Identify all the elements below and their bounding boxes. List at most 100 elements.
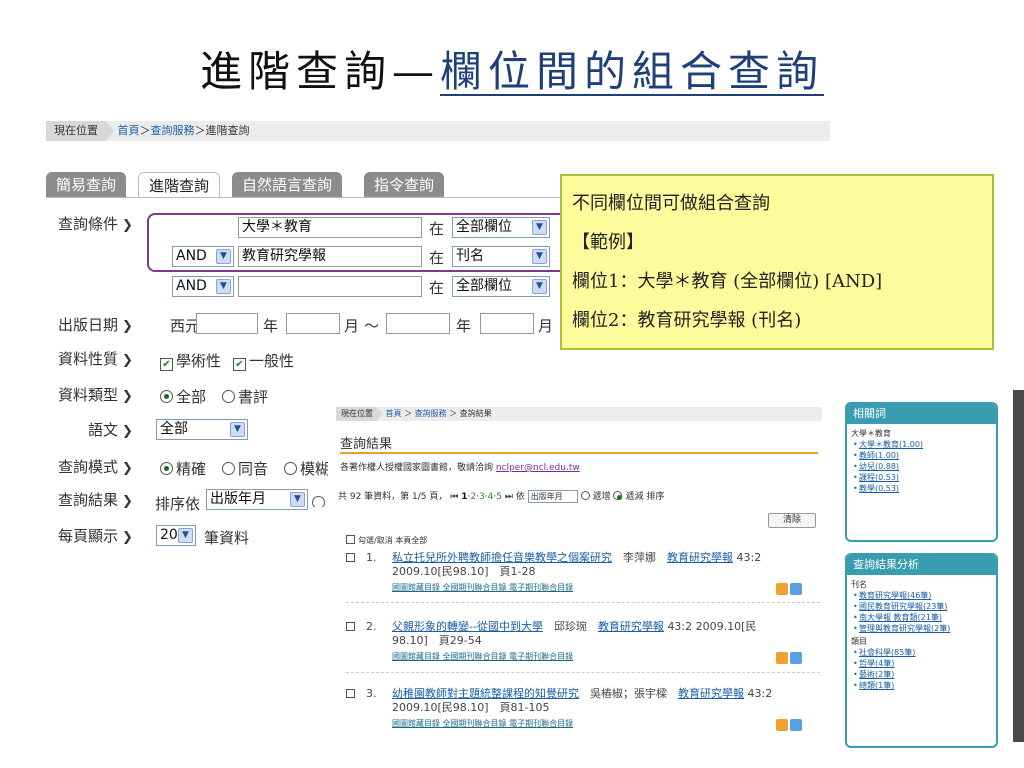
side-scrollbar[interactable] [1013,390,1024,742]
related-term-link[interactable]: 幼兒(0.88) [851,461,992,472]
chevron-down-icon: ▼ [216,279,231,294]
results-sort-select[interactable]: 出版年月 [527,490,578,503]
analysis-link[interactable]: 國民教育研究學報(23筆) [851,601,992,612]
sort-select[interactable]: 出版年月 ▼ [206,489,308,510]
catalog-links[interactable]: 國圖館藏目錄 全國期刊聯合目錄 電子期刊聯合目錄 [392,717,826,731]
asc-radio[interactable] [580,491,590,500]
perpage-label: 每頁顯示 ❯ [58,527,133,545]
analysis-link[interactable]: 南大學報 教育類(21筆) [851,612,992,623]
magnifier-icon[interactable] [790,719,802,731]
language-select[interactable]: 全部 ▼ [156,419,248,440]
tab-command-search[interactable]: 指令查詢 [364,172,445,198]
breadcrumb: 現在位置 首頁＞查詢服務＞進階查詢 [46,121,830,141]
perpage-unit: 筆資料 [204,529,250,547]
results-service-link[interactable]: 查詢服務 [415,409,447,418]
type-review-radio[interactable]: 書評 [222,386,268,407]
mode-exact-radio[interactable]: 精確 [160,458,206,479]
breadcrumb-service-link[interactable]: 查詢服務 [151,124,195,137]
result-title-link[interactable]: 幼稚園教師對主題統整課程的知覺研究 [392,687,579,700]
sort-order-radio[interactable] [312,493,326,507]
related-terms-title: 相關詞 [847,404,996,424]
analysis-link[interactable]: 管理與教育研究學報(2筆) [851,623,992,634]
year-label: 年 [263,317,279,335]
analysis-group-category: 類目 [851,637,867,646]
general-checkbox[interactable]: ✔ 一般性 [233,350,294,371]
example-note: 不同欄位間可做組合查詢 【範例】 欄位1：大學＊教育 (全部欄位) [AND] … [560,174,994,350]
related-term-link[interactable]: 課程(0.53) [851,472,992,483]
field-3-select[interactable]: 全部欄位 ▼ [452,276,550,297]
note-line: 欄位2：教育研究學報 (刊名) [572,310,802,331]
magnifier-icon[interactable] [790,583,802,595]
analysis-link[interactable]: 教育研究學報(46筆) [851,590,992,601]
perpage-select[interactable]: 20 ▼ [156,525,196,546]
page-link[interactable]: 2 [470,492,476,502]
tab-divider [46,197,566,198]
chevron-down-icon: ▼ [230,422,245,437]
page-link[interactable]: 1 [461,492,467,502]
end-month-input[interactable] [480,313,534,334]
operator-3-select[interactable]: AND ▼ [172,276,234,297]
page-link[interactable]: 4 [488,492,494,502]
related-terms-panel: 相關詞 大學＊教育 大學＊教育(1.00) 教師(1.00) 幼兒(0.88) … [845,402,998,542]
type-all-radio[interactable]: 全部 [160,386,206,407]
end-year-input[interactable] [386,313,450,334]
tab-simple-search[interactable]: 簡易查詢 [46,172,127,198]
journal-link[interactable]: 教育研究學報 [667,551,733,564]
result-checkbox[interactable] [346,622,355,631]
first-page-icon[interactable]: ⏮ [450,492,458,502]
mode-fuzzy-radio[interactable]: 模糊 [284,458,328,479]
journal-link[interactable]: 教育研究學報 [678,687,744,700]
start-year-input[interactable] [196,313,258,334]
page-link[interactable]: 5 [496,492,502,502]
breadcrumb-home-link[interactable]: 首頁 [118,124,140,137]
note-line: 不同欄位間可做組合查詢 [572,193,770,214]
tab-natural-language-search[interactable]: 自然語言查詢 [232,172,343,198]
month-label: 月 [538,317,554,335]
journal-link[interactable]: 教育研究學報 [598,620,664,633]
breadcrumb-sep: ＞ [194,124,206,137]
start-month-input[interactable] [286,313,340,334]
mode-homophone-radio[interactable]: 同音 [222,458,268,479]
tab-advanced-search[interactable]: 進階查詢 [138,172,221,198]
academic-checkbox[interactable]: ✔ 學術性 [160,350,221,371]
magnifier-icon[interactable] [790,652,802,664]
checkmark-icon: ✔ [233,358,246,371]
catalog-links[interactable]: 國圖館藏目錄 全國期刊聯合目錄 電子期刊聯合目錄 [392,650,826,664]
query-field-3-input[interactable] [238,276,422,297]
results-pager: 共 92 筆資料，第 1/5 頁， ⏮ 1·2·3·4·5 ⏭ 依 出版年月 遞… [338,490,665,503]
results-home-link[interactable]: 首頁 [386,409,402,418]
slide-title-plain: 進階查詢— [199,47,440,96]
breadcrumb-current: 進階查詢 [205,124,250,137]
related-term-link[interactable]: 教師(1.00) [851,450,992,461]
result-checkbox[interactable] [346,689,355,698]
result-checkbox[interactable] [346,553,355,562]
contact-email-link[interactable]: nclper@ncl.edu.tw [496,463,580,473]
last-page-icon[interactable]: ⏭ [505,492,513,502]
chevron-down-icon: ▼ [290,492,305,507]
result-title-link[interactable]: 私立托兒所外聘教師擔任音樂教學之個案研究 [392,551,612,564]
language-label: 語文 ❯ [88,421,133,439]
slide-title-underlined: 欄位間的組合查詢 [440,47,825,96]
fulltext-icon[interactable] [776,719,788,731]
highlight-bracket [147,213,567,272]
chevron-down-icon: ▼ [178,528,193,543]
related-term-link[interactable]: 教學(0.53) [851,483,992,494]
analysis-link[interactable]: 社會科學(85筆) [851,647,992,658]
mode-label: 查詢模式 ❯ [58,458,133,476]
results-breadcrumb: 現在位置 首頁 ＞ 查詢服務 ＞ 查詢結果 [336,407,822,421]
breadcrumb-sep: ＞ [139,124,151,137]
fulltext-icon[interactable] [776,583,788,595]
page-link[interactable]: 3 [479,492,485,502]
related-term-link[interactable]: 大學＊教育(1.00) [851,439,992,450]
analysis-link[interactable]: 總類(1筆) [851,680,992,691]
result-title-link[interactable]: 父親形象的轉變--從國中到大學 [392,620,543,633]
catalog-links[interactable]: 國圖館藏目錄 全國期刊聯合目錄 電子期刊聯合目錄 [392,581,826,595]
fulltext-icon[interactable] [776,652,788,664]
analysis-group-journal: 刊名 [851,580,867,589]
analysis-link[interactable]: 藝術(2筆) [851,669,992,680]
select-all-checkbox[interactable]: 勾選/取消 本頁全部 [346,535,427,546]
clear-button[interactable]: 清除 [768,513,816,528]
analysis-link[interactable]: 哲學(4筆) [851,658,992,669]
desc-radio[interactable] [613,491,623,500]
sort-label: 排序依 [155,495,201,513]
